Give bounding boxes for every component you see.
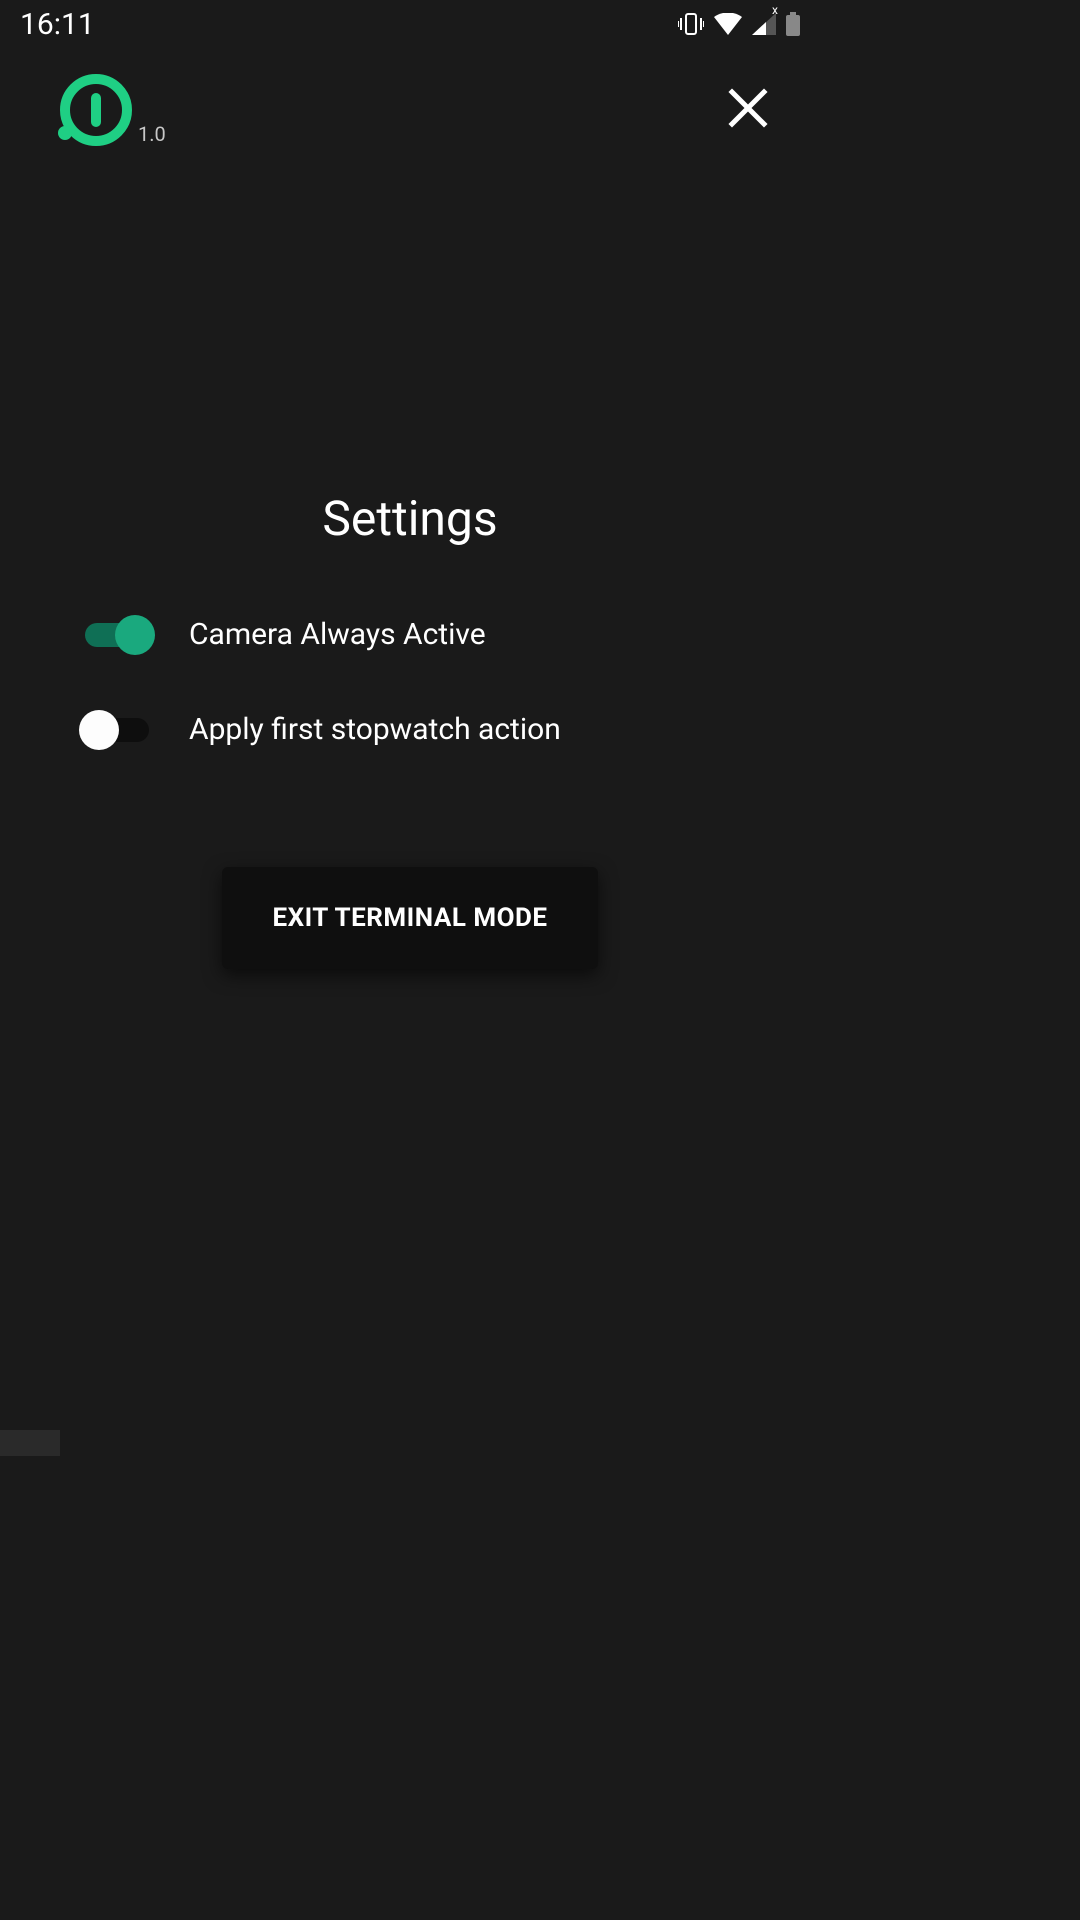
status-time: 16:11: [20, 7, 95, 42]
app-version: 1.0: [138, 122, 166, 146]
settings-content: Settings Camera Always Active Apply firs…: [0, 490, 820, 969]
screen: 16:11 x: [0, 0, 820, 1456]
logo-ring-icon: [60, 74, 132, 146]
vibrate-icon: [678, 12, 704, 36]
battery-icon: [786, 12, 800, 36]
wifi-icon: [714, 13, 742, 35]
close-button[interactable]: [716, 76, 780, 144]
status-icons: x: [678, 12, 800, 36]
toggle-first-stopwatch[interactable]: [85, 718, 149, 742]
cell-signal-icon: x: [752, 13, 776, 35]
setting-first-stopwatch: Apply first stopwatch action: [0, 712, 820, 747]
label-first-stopwatch: Apply first stopwatch action: [189, 712, 561, 747]
page-title: Settings: [322, 490, 497, 547]
status-bar: 16:11 x: [0, 0, 820, 48]
app-logo: 1.0: [60, 74, 166, 146]
exit-terminal-button[interactable]: EXIT TERMINAL MODE: [222, 867, 597, 969]
label-camera-active: Camera Always Active: [189, 617, 486, 652]
setting-camera-active: Camera Always Active: [0, 617, 820, 652]
app-header: 1.0: [0, 60, 820, 160]
close-icon: [724, 117, 772, 136]
toggle-camera-active[interactable]: [85, 623, 149, 647]
nav-indicator: [0, 1430, 60, 1456]
